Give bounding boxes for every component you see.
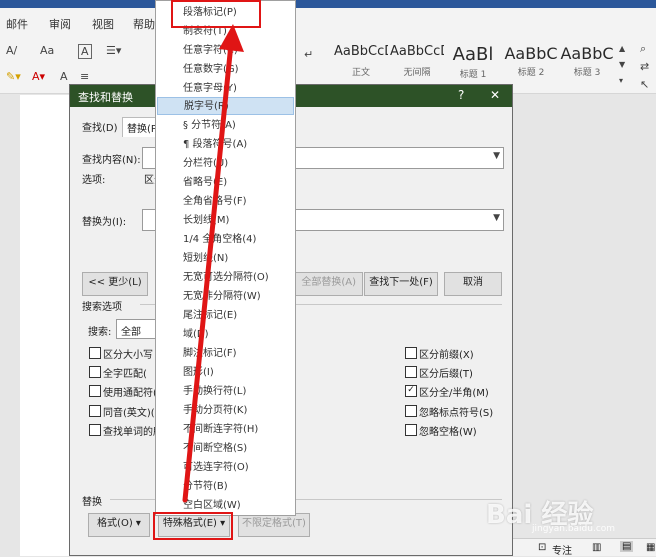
annotation-arrow xyxy=(182,24,244,503)
watermark-url: jingyan.baidu.com xyxy=(532,524,616,534)
